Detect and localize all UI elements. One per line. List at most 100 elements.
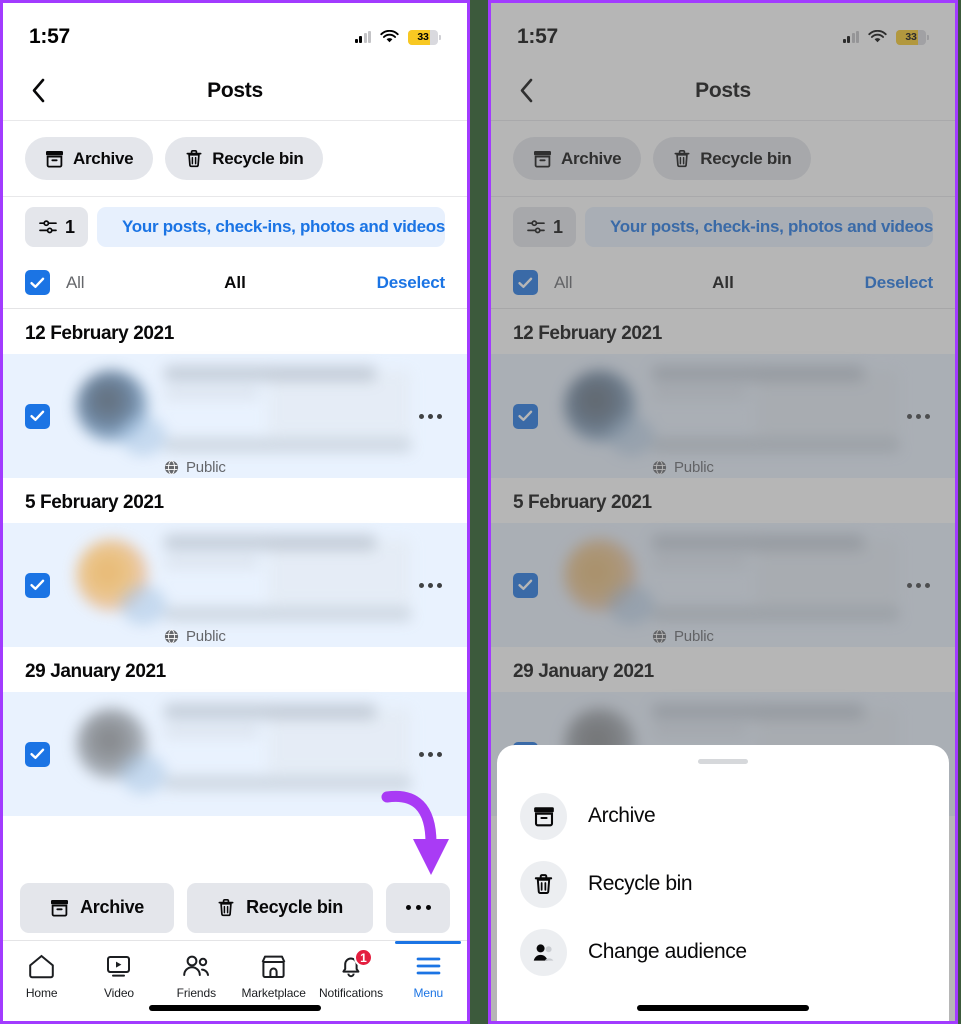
pill-archive-label: Archive — [561, 148, 622, 168]
battery-percent: 33 — [417, 31, 429, 43]
action-recycle-bin-button[interactable]: Recycle bin — [187, 882, 373, 933]
post-date-header: 12 February 2021 — [491, 309, 955, 354]
hamburger-menu-icon — [415, 951, 442, 981]
select-all-label: All — [66, 272, 85, 292]
battery-cap — [439, 34, 441, 40]
tab-friends-label: Friends — [176, 986, 216, 1000]
table-row[interactable]: Public — [3, 523, 467, 647]
globe-icon — [652, 629, 667, 644]
post-date-header: 5 February 2021 — [491, 478, 955, 523]
filter-chip-label: Your posts, check-ins, photos and videos — [610, 217, 933, 236]
post-checkbox[interactable] — [25, 403, 50, 429]
table-row[interactable] — [3, 692, 467, 816]
post-blurred-content — [556, 533, 899, 637]
tab-notifications-label: Notifications — [318, 986, 383, 1000]
marketplace-store-icon — [260, 951, 287, 981]
status-clock: 1:57 — [29, 25, 70, 48]
post-preview: Public — [68, 533, 411, 645]
more-horizontal-icon[interactable] — [899, 397, 937, 435]
battery-percent: 33 — [905, 31, 917, 43]
bottom-sheet-menu: Archive Recycle bin Change audience — [497, 745, 949, 1021]
archive-box-icon — [520, 792, 567, 840]
action-archive-button[interactable]: Archive — [20, 882, 175, 933]
phone-content-left: 1:57 33 Posts Archive Recycle bin 1 Your… — [3, 3, 467, 1021]
phone-screen-left: 1:57 33 Posts Archive Recycle bin 1 Your… — [0, 0, 470, 1024]
post-blurred-content — [68, 533, 411, 637]
sheet-grabber-handle[interactable] — [698, 759, 748, 764]
select-all-row: All All Deselect — [491, 257, 955, 309]
trash-can-icon — [218, 898, 234, 917]
deselect-button[interactable]: Deselect — [377, 273, 446, 293]
phone-screen-right: 1:57 33 Posts Archive Recycle bin 1 Your… — [488, 0, 958, 1024]
deselect-button[interactable]: Deselect — [865, 273, 934, 293]
post-audience-label: Public — [186, 628, 226, 645]
tab-menu[interactable]: Menu — [390, 941, 467, 1021]
more-horizontal-icon[interactable] — [899, 566, 937, 604]
bulk-action-bar: Archive Recycle bin — [3, 875, 467, 941]
tab-marketplace-label: Marketplace — [241, 986, 306, 1000]
post-date-header: 29 January 2021 — [3, 647, 467, 692]
filter-count-label: 1 — [553, 216, 564, 237]
battery-cap — [927, 34, 929, 40]
table-row[interactable]: Public — [3, 354, 467, 478]
filter-button[interactable]: 1 — [25, 207, 89, 247]
screenshot-stage: 1:57 33 Posts Archive Recycle bin 1 Your… — [0, 0, 961, 1024]
tab-video[interactable]: Video — [80, 941, 157, 1021]
select-all-checkbox[interactable] — [513, 270, 538, 295]
action-more-button[interactable] — [386, 882, 450, 933]
post-audience: Public — [164, 628, 226, 645]
tab-home[interactable]: Home — [3, 941, 80, 1021]
filter-button[interactable]: 1 — [513, 207, 577, 247]
select-all-label: All — [554, 272, 573, 292]
more-horizontal-icon[interactable] — [411, 566, 449, 604]
pill-recycle-bin[interactable]: Recycle bin — [165, 137, 324, 180]
table-row[interactable]: Public — [491, 354, 955, 478]
filter-sliders-icon — [39, 220, 57, 234]
sheet-item-change-audience[interactable]: Change audience — [497, 918, 949, 986]
post-checkbox[interactable] — [513, 403, 538, 429]
post-blurred-content — [68, 364, 411, 468]
filter-chip[interactable]: Your posts, check-ins, photos and videos — [585, 207, 933, 247]
status-bar: 1:57 33 — [491, 3, 955, 61]
status-clock: 1:57 — [517, 25, 558, 48]
tab-video-label: Video — [104, 986, 134, 1000]
post-preview: Public — [68, 364, 411, 476]
select-all-row: All All Deselect — [3, 257, 467, 309]
sheet-item-recycle-bin-label: Recycle bin — [588, 872, 693, 895]
post-checkbox[interactable] — [25, 572, 50, 598]
toolbar-pills: Archive Recycle bin — [491, 121, 955, 197]
select-all-checkbox[interactable] — [25, 270, 50, 295]
status-icons: 33 — [842, 20, 929, 45]
globe-icon — [652, 460, 667, 475]
post-blurred-content — [556, 364, 899, 468]
post-preview: Public — [556, 533, 899, 645]
filter-chip[interactable]: Your posts, check-ins, photos and videos — [97, 207, 445, 247]
post-checkbox[interactable] — [513, 572, 538, 598]
audience-people-icon — [520, 928, 567, 976]
phone-content-right: 1:57 33 Posts Archive Recycle bin 1 Your… — [491, 3, 955, 1021]
filter-sliders-icon — [527, 220, 545, 234]
sheet-item-recycle-bin[interactable]: Recycle bin — [497, 850, 949, 918]
cellular-signal-icon — [354, 31, 371, 43]
post-blurred-content — [68, 702, 411, 806]
tab-notifications[interactable]: 1 Notifications — [312, 941, 389, 1021]
battery-low-power-icon: 33 — [896, 29, 926, 45]
pill-archive[interactable]: Archive — [513, 137, 642, 180]
post-audience: Public — [164, 459, 226, 476]
globe-icon — [164, 460, 179, 475]
page-title: Posts — [207, 78, 263, 102]
pill-archive[interactable]: Archive — [25, 137, 154, 180]
table-row[interactable]: Public — [491, 523, 955, 647]
more-horizontal-icon[interactable] — [411, 397, 449, 435]
status-bar: 1:57 33 — [3, 3, 467, 61]
nav-header: Posts — [3, 61, 467, 121]
archive-box-icon — [46, 150, 63, 167]
notifications-badge: 1 — [353, 948, 373, 967]
video-play-icon — [105, 951, 132, 981]
sheet-item-archive[interactable]: Archive — [497, 782, 949, 850]
pill-recycle-label: Recycle bin — [212, 148, 304, 168]
post-checkbox[interactable] — [25, 741, 50, 767]
pill-recycle-bin[interactable]: Recycle bin — [653, 137, 812, 180]
more-horizontal-icon[interactable] — [411, 735, 449, 773]
post-audience-label: Public — [186, 459, 226, 476]
